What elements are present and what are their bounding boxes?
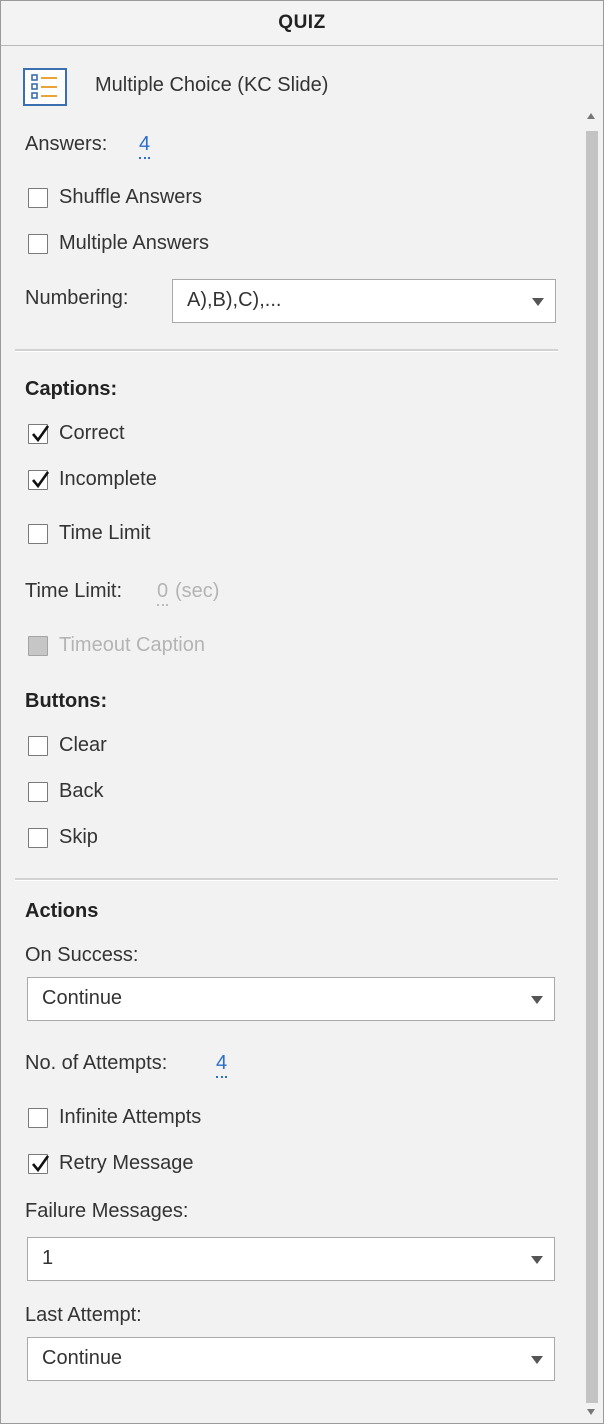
time-limit-checkbox[interactable] <box>28 524 48 544</box>
checkmark-icon <box>32 471 50 489</box>
failure-messages-select-value: 1 <box>42 1247 54 1269</box>
incomplete-caption-checkbox[interactable] <box>28 470 50 490</box>
timeout-caption-label: Timeout Caption <box>59 634 205 656</box>
on-success-select-value: Continue <box>42 987 123 1009</box>
scroll-down-arrow-icon[interactable] <box>587 1409 595 1415</box>
chevron-down-icon <box>532 298 544 306</box>
checkmark-icon <box>32 425 50 443</box>
panel-content: Multiple Choice (KC Slide) Answers: 4 Sh… <box>1 46 581 1422</box>
scroll-up-arrow-icon[interactable] <box>587 113 595 119</box>
divider <box>15 349 558 352</box>
on-success-select[interactable]: Continue <box>27 977 555 1021</box>
skip-button-label: Skip <box>59 826 98 848</box>
skip-button-checkbox[interactable] <box>28 828 48 848</box>
clear-button-checkbox[interactable] <box>28 736 48 756</box>
timeout-caption-checkbox[interactable] <box>28 636 48 656</box>
last-attempt-label: Last Attempt: <box>25 1304 142 1326</box>
retry-message-label: Retry Message <box>59 1152 194 1174</box>
time-limit-checkbox-label: Time Limit <box>59 522 151 544</box>
infinite-attempts-checkbox[interactable] <box>28 1108 48 1128</box>
panel-title: QUIZ <box>278 12 326 33</box>
numbering-select-value: A),B),C),... <box>187 289 282 311</box>
answers-count-value[interactable]: 4 <box>139 132 151 159</box>
infinite-attempts-label: Infinite Attempts <box>59 1106 202 1128</box>
incomplete-caption-label: Incomplete <box>59 468 157 490</box>
chevron-down-icon <box>531 1256 543 1264</box>
numbering-select[interactable]: A),B),C),... <box>172 279 556 323</box>
divider <box>15 878 558 881</box>
failure-messages-label: Failure Messages: <box>25 1200 189 1222</box>
last-attempt-select-value: Continue <box>42 1347 123 1369</box>
correct-caption-label: Correct <box>59 422 125 444</box>
shuffle-answers-label: Shuffle Answers <box>59 186 203 208</box>
shuffle-answers-checkbox[interactable] <box>28 188 48 208</box>
multiple-answers-label: Multiple Answers <box>59 232 210 254</box>
captions-heading: Captions: <box>25 378 118 400</box>
back-button-label: Back <box>59 780 104 802</box>
chevron-down-icon <box>531 1356 543 1364</box>
panel-header: QUIZ <box>1 1 603 46</box>
slide-type-label: Multiple Choice (KC Slide) <box>95 74 329 96</box>
quiz-panel: QUIZ Multiple Choice (KC Slide) Answers:… <box>0 0 604 1424</box>
time-limit-unit: (sec) <box>175 580 220 602</box>
list-icon <box>23 68 67 106</box>
clear-button-label: Clear <box>59 734 107 756</box>
back-button-checkbox[interactable] <box>28 782 48 802</box>
retry-message-checkbox[interactable] <box>28 1154 50 1174</box>
failure-messages-select[interactable]: 1 <box>27 1237 555 1281</box>
chevron-down-icon <box>531 996 543 1004</box>
multiple-answers-checkbox[interactable] <box>28 234 48 254</box>
buttons-heading: Buttons: <box>25 690 108 712</box>
checkmark-icon <box>32 1155 50 1173</box>
numbering-label: Numbering: <box>25 287 129 309</box>
last-attempt-select[interactable]: Continue <box>27 1337 555 1381</box>
on-success-label: On Success: <box>25 944 139 966</box>
correct-caption-checkbox[interactable] <box>28 424 50 444</box>
time-limit-label: Time Limit: <box>25 580 123 602</box>
time-limit-value[interactable]: 0 <box>157 579 169 606</box>
attempts-label: No. of Attempts: <box>25 1052 168 1074</box>
answers-label: Answers: <box>25 133 108 155</box>
actions-heading: Actions <box>25 900 99 922</box>
scrollbar-thumb[interactable] <box>586 131 598 1403</box>
attempts-value[interactable]: 4 <box>216 1051 228 1078</box>
